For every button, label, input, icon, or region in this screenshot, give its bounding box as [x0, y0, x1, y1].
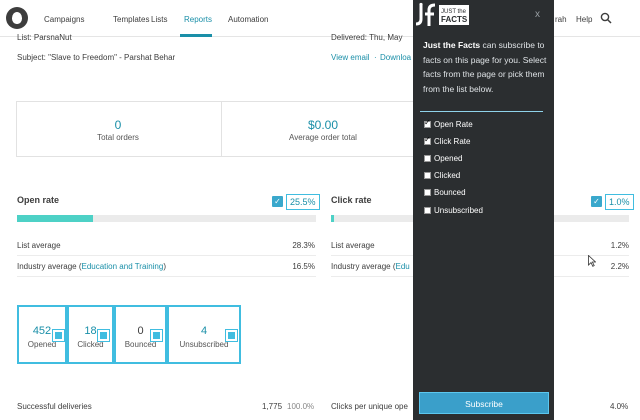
jf-intro-text: Just the Facts can subscribe to facts on…: [423, 40, 547, 94]
report-page: Campaigns Templates Lists Reports Automa…: [0, 0, 640, 420]
jf-option-open-rate[interactable]: Open Rate: [424, 118, 473, 129]
clicked-label: Clicked: [77, 340, 104, 349]
checkbox-icon[interactable]: [424, 172, 431, 179]
open-rate-bar-fill: [17, 215, 94, 222]
bounced-handle-icon[interactable]: [150, 329, 163, 342]
nav-reports[interactable]: Reports: [184, 15, 212, 24]
orders-divider: [221, 101, 222, 157]
nav-automation[interactable]: Automation: [228, 15, 268, 24]
view-email-link[interactable]: View email: [331, 53, 370, 62]
checkbox-icon[interactable]: [424, 135, 431, 145]
jf-option-unsubscribed[interactable]: Unsubscribed: [424, 206, 483, 215]
unsubscribed-handle-icon[interactable]: [225, 329, 238, 342]
click-rate-title: Click rate: [331, 195, 372, 205]
search-icon[interactable]: [600, 12, 612, 24]
successful-deliveries-label: Successful deliveries: [17, 402, 92, 411]
click-list-average-label: List average: [331, 241, 375, 250]
clicks-per-open-value: 4.0%: [610, 402, 629, 411]
open-rate-selected-icon[interactable]: ✓: [272, 196, 283, 207]
total-orders-value: 0: [114, 118, 122, 132]
checkbox-icon[interactable]: [424, 155, 431, 162]
divider: [17, 255, 316, 256]
jf-divider: [420, 111, 543, 112]
open-rate-value[interactable]: 25.5%: [286, 194, 320, 210]
nav-active-indicator: [180, 34, 212, 37]
successful-deliveries-pct: 100.0%: [287, 402, 315, 411]
open-list-average-value: 28.3%: [292, 241, 315, 250]
subscribe-button[interactable]: Subscribe: [419, 392, 549, 414]
divider: [17, 276, 316, 277]
open-rate-title: Open rate: [17, 195, 60, 205]
user-menu[interactable]: rah: [555, 15, 567, 24]
click-rate-bar-fill: [331, 215, 334, 222]
successful-deliveries-count: 1,775: [262, 402, 283, 411]
mouse-cursor-icon: [588, 255, 596, 267]
link-separator: ·: [374, 53, 377, 62]
download-link[interactable]: Downloa: [380, 53, 411, 62]
close-icon[interactable]: x: [535, 9, 540, 20]
checkbox-icon[interactable]: [424, 207, 431, 214]
opened-label: Opened: [27, 340, 57, 349]
delivered-date: Delivered: Thu, May: [331, 33, 403, 42]
open-list-average-label: List average: [17, 241, 61, 250]
nav-campaigns[interactable]: Campaigns: [44, 15, 84, 24]
unsubscribed-label: Unsubscribed: [179, 340, 229, 349]
clicked-handle-icon[interactable]: [97, 329, 110, 342]
industry-link[interactable]: Education and Training: [81, 262, 163, 271]
jf-option-clicked[interactable]: Clicked: [424, 171, 460, 180]
clicks-per-open-label: Clicks per unique ope: [331, 402, 408, 411]
nav-lists[interactable]: Lists: [151, 15, 167, 24]
click-list-average-value: 1.2%: [610, 241, 629, 250]
total-orders-label: Total orders: [97, 133, 139, 142]
click-rate-value[interactable]: 1.0%: [605, 194, 634, 210]
checkbox-icon[interactable]: [424, 118, 431, 128]
nav-help[interactable]: Help: [576, 15, 592, 24]
mailchimp-logo-icon[interactable]: [6, 7, 28, 29]
click-rate-selected-icon[interactable]: ✓: [591, 196, 602, 207]
subject-line: Subject: "Slave to Freedom" - Parshat Be…: [17, 53, 176, 62]
bounced-label: Bounced: [124, 340, 157, 349]
jf-option-click-rate[interactable]: Click Rate: [424, 135, 470, 146]
industry-link[interactable]: Edu: [395, 262, 409, 271]
avg-order-value: $0.00: [307, 118, 339, 132]
jf-logo-text-2: FACTS: [441, 15, 468, 24]
click-industry-average-label: Industry average (Edu: [331, 262, 410, 271]
opened-handle-icon[interactable]: [52, 329, 65, 342]
just-the-facts-logo-icon: JUST the FACTS: [415, 2, 469, 26]
jf-option-opened[interactable]: Opened: [424, 154, 462, 163]
open-industry-average-label: Industry average (Education and Training…: [17, 262, 166, 271]
checkbox-icon[interactable]: [424, 189, 431, 196]
jf-option-bounced[interactable]: Bounced: [424, 188, 466, 197]
open-industry-average-value: 16.5%: [292, 262, 315, 271]
nav-templates[interactable]: Templates: [113, 15, 149, 24]
click-industry-average-value: 2.2%: [610, 262, 629, 271]
avg-order-label: Average order total: [289, 133, 357, 142]
list-name: List: ParsnaNut: [17, 33, 72, 42]
